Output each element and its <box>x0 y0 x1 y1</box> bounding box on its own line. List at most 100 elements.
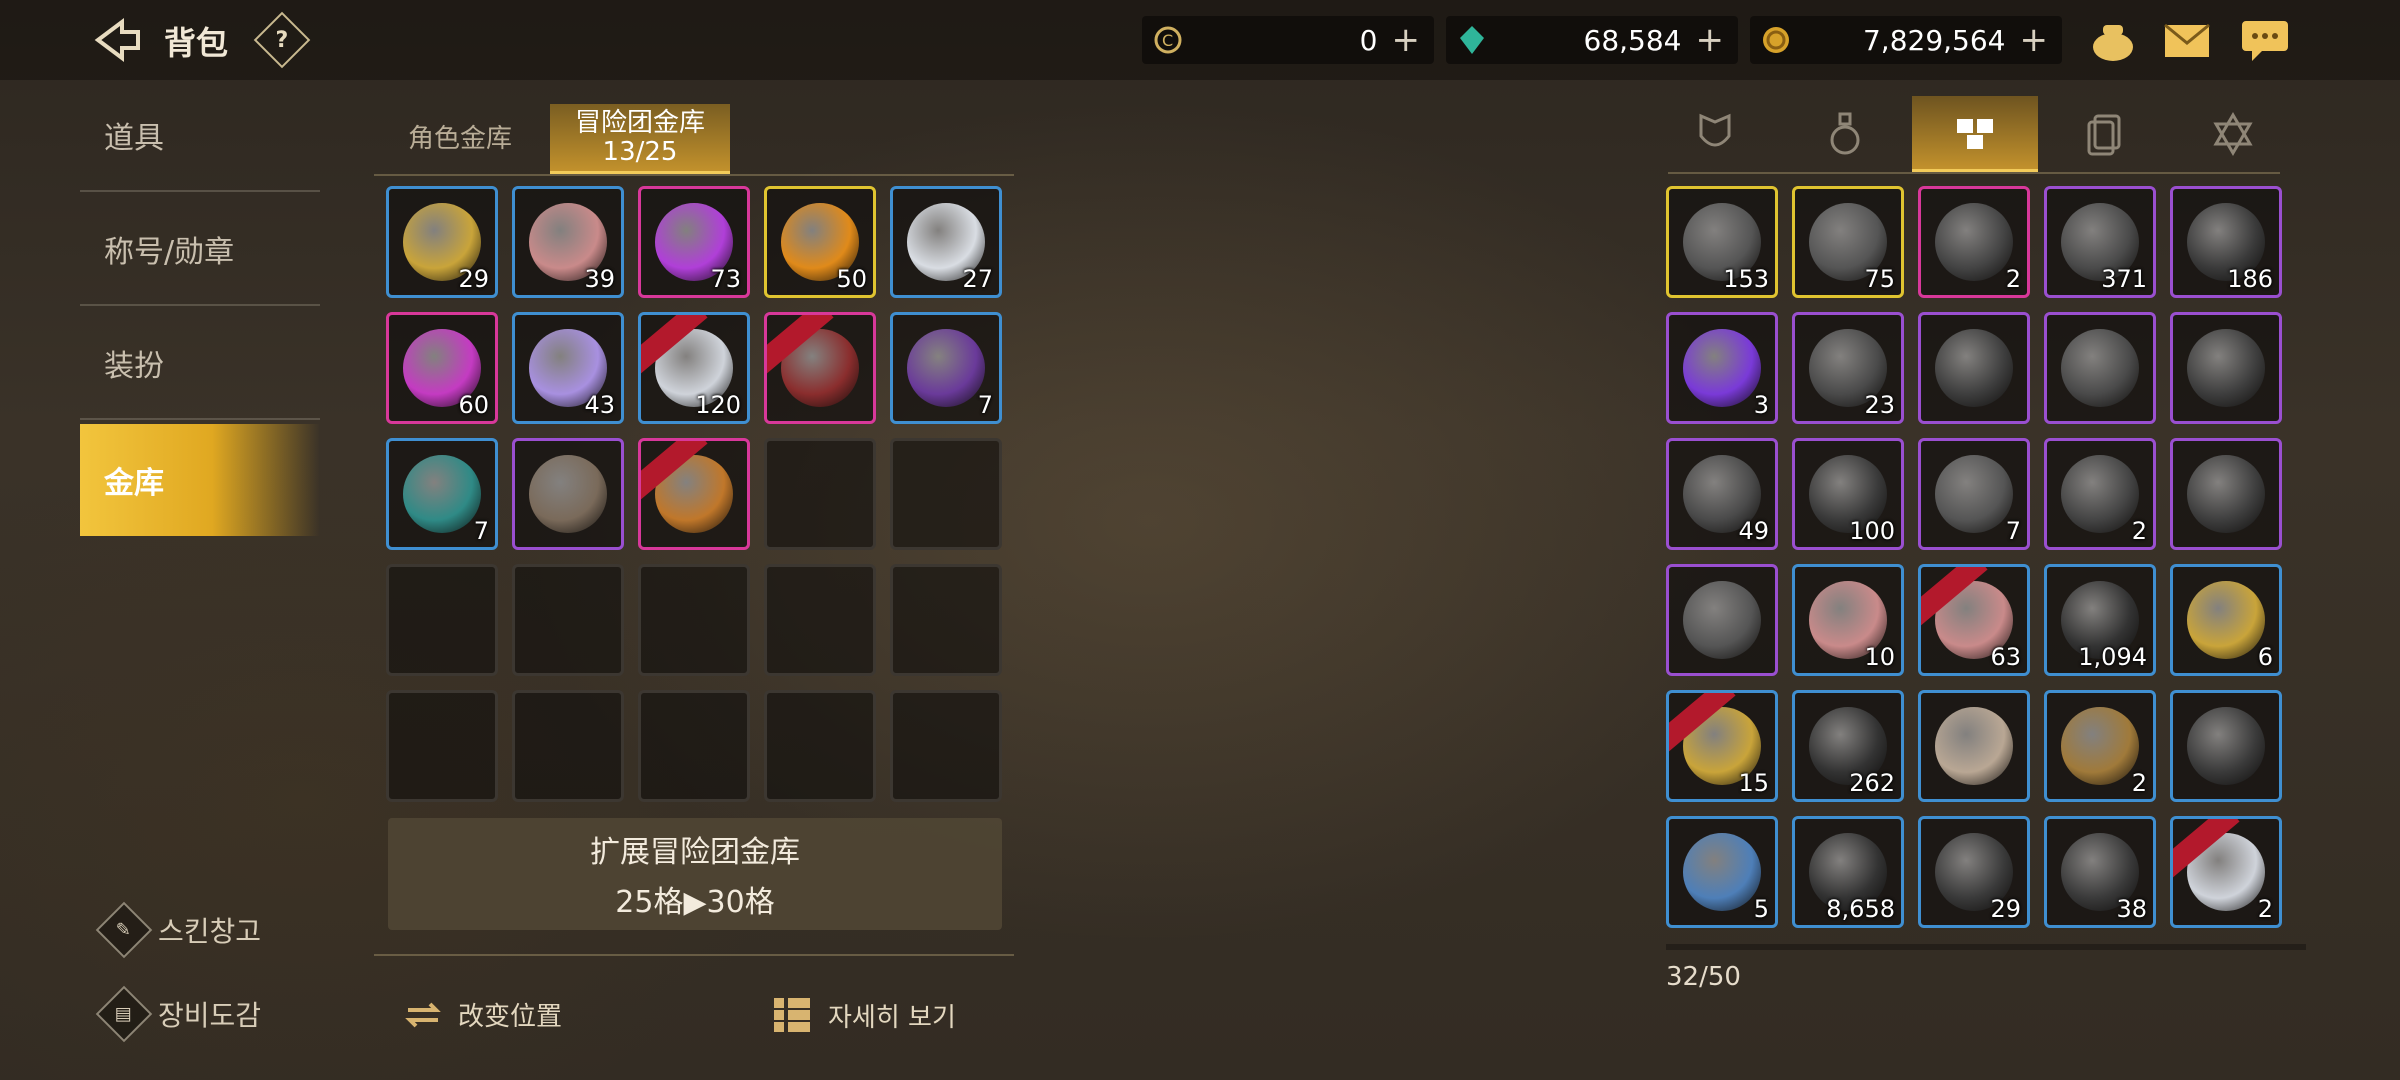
inventory-item-slot[interactable]: 2 <box>2044 690 2156 802</box>
currency-green-gem: 68,584 + <box>1446 16 1738 64</box>
inventory-item-slot[interactable]: 186 <box>2170 186 2282 298</box>
vault-item-slot[interactable]: 7 <box>890 312 1002 424</box>
item-count: 2 <box>2005 265 2021 293</box>
page-title: 背包 <box>164 24 229 62</box>
tab-cards[interactable] <box>2042 96 2168 172</box>
inventory-item-slot[interactable]: 49 <box>1666 438 1778 550</box>
inventory-item-slot[interactable]: 8,658 <box>1792 816 1904 928</box>
item-count: 73 <box>710 265 741 293</box>
inventory-item-slot[interactable]: 7 <box>1918 438 2030 550</box>
item-count: 7 <box>2005 517 2021 545</box>
item-count: 3 <box>1753 391 1769 419</box>
pouch-icon[interactable] <box>2086 14 2140 68</box>
vault-empty-slot[interactable] <box>386 690 498 802</box>
inventory-item-slot[interactable] <box>2170 438 2282 550</box>
tab-capacity: 13/25 <box>602 136 678 167</box>
item-count: 27 <box>962 265 993 293</box>
inventory-item-slot[interactable]: 3 <box>1666 312 1778 424</box>
inventory-item-slot[interactable]: 38 <box>2044 816 2156 928</box>
inventory-item-slot[interactable]: 2 <box>2044 438 2156 550</box>
sidebar-item-titles[interactable]: 称号/勋章 <box>80 194 320 306</box>
inventory-item-slot[interactable] <box>1918 690 2030 802</box>
expand-vault-button[interactable]: 扩展冒险团金库 25格▶30格 <box>388 818 1002 930</box>
inventory-item-slot[interactable]: 5 <box>1666 816 1778 928</box>
vault-item-slot[interactable]: 50 <box>764 186 876 298</box>
inventory-item-slot[interactable] <box>2044 312 2156 424</box>
back-arrow-icon <box>94 18 140 62</box>
vault-empty-slot[interactable] <box>890 564 1002 676</box>
vault-item-slot[interactable]: 7 <box>386 438 498 550</box>
item-count: 29 <box>1990 895 2021 923</box>
change-position-button[interactable]: 改变位置 <box>404 996 562 1033</box>
equipment-codex-label: 장비도감 <box>158 999 262 1032</box>
tab-equipment[interactable] <box>1652 96 1778 172</box>
vault-empty-slot[interactable] <box>386 564 498 676</box>
detail-view-button[interactable]: 자세히 보기 <box>772 996 956 1034</box>
tab-character-vault[interactable]: 角色金库 <box>396 104 524 174</box>
inventory-item-slot[interactable]: 75 <box>1792 186 1904 298</box>
add-currency-button[interactable]: + <box>1392 20 1421 60</box>
vault-empty-slot[interactable] <box>764 438 876 550</box>
vault-empty-slot[interactable] <box>512 690 624 802</box>
armor-icon <box>1699 113 1731 147</box>
equipment-codex-link[interactable]: ▤ 장비도감 <box>95 985 262 1043</box>
item-icon <box>1935 455 2013 533</box>
sidebar-item-vault[interactable]: 金库 <box>80 424 320 536</box>
vault-item-slot[interactable] <box>512 438 624 550</box>
inventory-item-slot[interactable] <box>2170 690 2282 802</box>
item-icon <box>1935 203 2013 281</box>
svg-text:C: C <box>1162 31 1173 50</box>
vault-empty-slot[interactable] <box>890 438 1002 550</box>
tab-consumables[interactable] <box>1782 96 1908 172</box>
item-count: 186 <box>2227 265 2273 293</box>
inventory-item-slot[interactable]: 2 <box>1918 186 2030 298</box>
tab-label: 冒险团金库 <box>574 107 705 138</box>
inventory-item-slot[interactable]: 29 <box>1918 816 2030 928</box>
chat-icon[interactable] <box>2238 14 2292 68</box>
vault-item-slot[interactable]: 60 <box>386 312 498 424</box>
vault-item-slot[interactable]: 29 <box>386 186 498 298</box>
vault-empty-slot[interactable] <box>512 564 624 676</box>
inventory-item-slot[interactable]: 100 <box>1792 438 1904 550</box>
inventory-item-slot[interactable]: 2 <box>2170 816 2282 928</box>
sidebar-item-items[interactable]: 道具 <box>80 80 320 192</box>
tab-adventure-vault[interactable]: 冒险团金库 13/25 <box>550 104 730 174</box>
inventory-item-slot[interactable]: 6 <box>2170 564 2282 676</box>
vault-item-slot[interactable] <box>638 438 750 550</box>
inventory-item-slot[interactable]: 15 <box>1666 690 1778 802</box>
item-icon <box>2187 455 2265 533</box>
add-currency-button[interactable]: + <box>2020 20 2049 60</box>
back-button[interactable] <box>92 14 144 66</box>
inventory-item-slot[interactable]: 63 <box>1918 564 2030 676</box>
skin-storage-link[interactable]: ✎ 스킨창고 <box>95 901 261 959</box>
vault-empty-slot[interactable] <box>764 690 876 802</box>
cards-icon <box>2087 114 2121 156</box>
inventory-item-slot[interactable] <box>2170 312 2282 424</box>
vault-item-slot[interactable] <box>764 312 876 424</box>
vault-item-slot[interactable]: 73 <box>638 186 750 298</box>
vault-empty-slot[interactable] <box>890 690 1002 802</box>
vault-item-slot[interactable]: 39 <box>512 186 624 298</box>
vault-empty-slot[interactable] <box>764 564 876 676</box>
inventory-item-slot[interactable]: 153 <box>1666 186 1778 298</box>
currency-c-coin: C 0 + <box>1142 16 1434 64</box>
inventory-item-slot[interactable]: 371 <box>2044 186 2156 298</box>
inventory-item-slot[interactable]: 23 <box>1792 312 1904 424</box>
inventory-item-slot[interactable]: 10 <box>1792 564 1904 676</box>
item-icon <box>2187 581 2265 659</box>
tab-materials[interactable] <box>1912 96 2038 172</box>
add-currency-button[interactable]: + <box>1696 20 1725 60</box>
sidebar-item-costume[interactable]: 装扮 <box>80 308 320 420</box>
item-count: 2 <box>2131 517 2147 545</box>
mail-icon[interactable] <box>2160 14 2214 68</box>
vault-empty-slot[interactable] <box>638 564 750 676</box>
vault-item-slot[interactable]: 43 <box>512 312 624 424</box>
inventory-item-slot[interactable]: 1,094 <box>2044 564 2156 676</box>
vault-empty-slot[interactable] <box>638 690 750 802</box>
tab-special[interactable] <box>2170 96 2296 172</box>
vault-item-slot[interactable]: 120 <box>638 312 750 424</box>
inventory-item-slot[interactable] <box>1666 564 1778 676</box>
vault-item-slot[interactable]: 27 <box>890 186 1002 298</box>
inventory-item-slot[interactable]: 262 <box>1792 690 1904 802</box>
inventory-item-slot[interactable] <box>1918 312 2030 424</box>
